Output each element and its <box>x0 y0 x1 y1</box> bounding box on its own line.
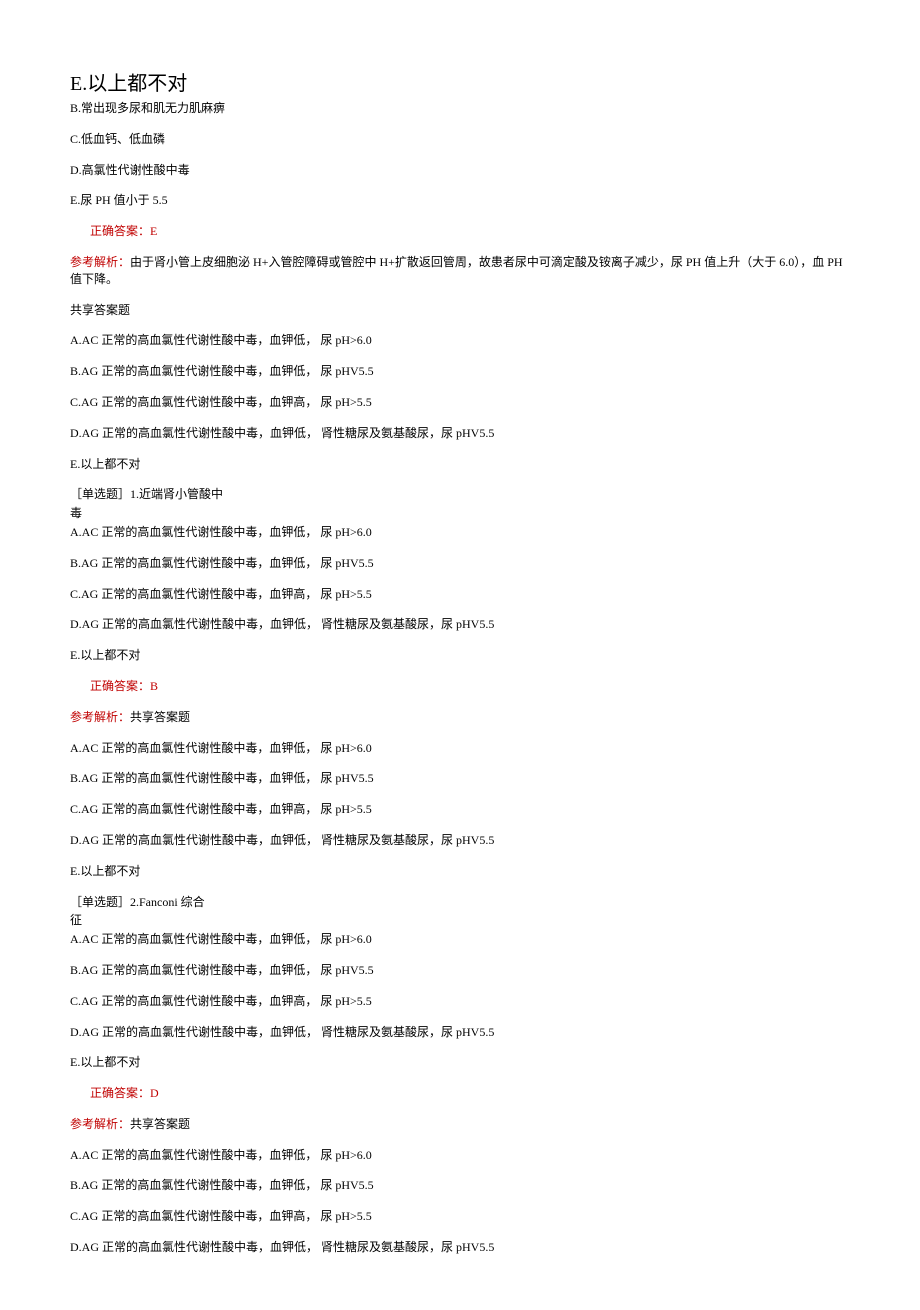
option-c: C.AG 正常的高血氯性代谢性酸中毒，血钾高， 尿 pH>5.5 <box>70 394 850 411</box>
explanation-label: 参考解析： <box>70 710 130 724</box>
option-b: B.AG 正常的高血氯性代谢性酸中毒，血钾低， 尿 pHV5.5 <box>70 555 850 572</box>
option-a: A.AC 正常的高血氯性代谢性酸中毒，血钾低， 尿 pH>6.0 <box>70 740 850 757</box>
option-c: C.AG 正常的高血氯性代谢性酸中毒，血钾高， 尿 pH>5.5 <box>70 1208 850 1225</box>
option-d: D.AG 正常的高血氯性代谢性酸中毒，血钾低， 肾性糖尿及氨基酸尿，尿 pHV5… <box>70 616 850 633</box>
option-c: C.低血钙、低血磷 <box>70 131 850 148</box>
option-e: E.尿 PH 值小于 5.5 <box>70 192 850 209</box>
explanation-label: 参考解析： <box>70 1117 130 1131</box>
question-title-cont: 毒 <box>70 505 850 522</box>
explanation-row: 参考解析：由于肾小管上皮细胞泌 H+入管腔障碍或管腔中 H+扩散返回管周，故患者… <box>70 254 850 288</box>
option-e: E.以上都不对 <box>70 1054 850 1071</box>
option-d: D.AG 正常的高血氯性代谢性酸中毒，血钾低， 肾性糖尿及氨基酸尿，尿 pHV5… <box>70 1239 850 1256</box>
correct-answer: 正确答案：D <box>70 1085 850 1102</box>
explanation-row: 参考解析：共享答案题 <box>70 1116 850 1133</box>
explanation-label: 参考解析： <box>70 255 130 269</box>
option-a: A.AC 正常的高血氯性代谢性酸中毒，血钾低， 尿 pH>6.0 <box>70 332 850 349</box>
question-title: ［单选题］2.Fanconi 综合 <box>70 894 250 911</box>
option-b: B.AG 正常的高血氯性代谢性酸中毒，血钾低， 尿 pHV5.5 <box>70 770 850 787</box>
option-e: E.以上都不对 <box>70 456 850 473</box>
option-a: A.AC 正常的高血氯性代谢性酸中毒，血钾低， 尿 pH>6.0 <box>70 524 850 541</box>
option-c: C.AG 正常的高血氯性代谢性酸中毒，血钾高， 尿 pH>5.5 <box>70 586 850 603</box>
explanation-text: 共享答案题 <box>130 710 190 724</box>
explanation-row: 参考解析：共享答案题 <box>70 709 850 726</box>
option-e: E.以上都不对 <box>70 647 850 664</box>
explanation-text: 由于肾小管上皮细胞泌 H+入管腔障碍或管腔中 H+扩散返回管周，故患者尿中可滴定… <box>70 255 843 286</box>
explanation-text: 共享答案题 <box>130 1117 190 1131</box>
option-c: C.AG 正常的高血氯性代谢性酸中毒，血钾高， 尿 pH>5.5 <box>70 993 850 1010</box>
question-title-cont: 征 <box>70 912 850 929</box>
option-a: A.AC 正常的高血氯性代谢性酸中毒，血钾低， 尿 pH>6.0 <box>70 1147 850 1164</box>
option-b: B.常出现多尿和肌无力肌麻痹 <box>70 100 850 117</box>
option-d: D.AG 正常的高血氯性代谢性酸中毒，血钾低， 肾性糖尿及氨基酸尿，尿 pHV5… <box>70 425 850 442</box>
option-d: D.高氯性代谢性酸中毒 <box>70 162 850 179</box>
option-b: B.AG 正常的高血氯性代谢性酸中毒，血钾低， 尿 pHV5.5 <box>70 1177 850 1194</box>
option-d: D.AG 正常的高血氯性代谢性酸中毒，血钾低， 肾性糖尿及氨基酸尿，尿 pHV5… <box>70 1024 850 1041</box>
option-b: B.AG 正常的高血氯性代谢性酸中毒，血钾低， 尿 pHV5.5 <box>70 363 850 380</box>
option-d: D.AG 正常的高血氯性代谢性酸中毒，血钾低， 肾性糖尿及氨基酸尿，尿 pHV5… <box>70 832 850 849</box>
option-c: C.AG 正常的高血氯性代谢性酸中毒，血钾高， 尿 pH>5.5 <box>70 801 850 818</box>
option-b: B.AG 正常的高血氯性代谢性酸中毒，血钾低， 尿 pHV5.5 <box>70 962 850 979</box>
option-a: A.AC 正常的高血氯性代谢性酸中毒，血钾低， 尿 pH>6.0 <box>70 931 850 948</box>
question-title: ［单选题］1.近端肾小管酸中 <box>70 486 250 503</box>
correct-answer: 正确答案：B <box>70 678 850 695</box>
shared-answer-label: 共享答案题 <box>70 302 850 319</box>
header-large-text: E.以上都不对 <box>70 70 850 98</box>
option-e: E.以上都不对 <box>70 863 850 880</box>
correct-answer: 正确答案：E <box>70 223 850 240</box>
